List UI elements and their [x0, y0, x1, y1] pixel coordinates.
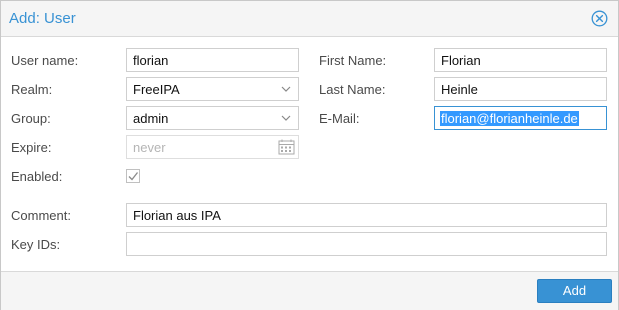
- firstname-label: First Name:: [319, 53, 387, 68]
- email-value: florian@florianheinle.de: [440, 111, 579, 126]
- realm-value: FreeIPA: [133, 82, 180, 97]
- enabled-label: Enabled:: [11, 169, 63, 184]
- username-input[interactable]: florian: [126, 48, 299, 72]
- expire-label: Expire:: [11, 140, 52, 155]
- realm-label: Realm:: [11, 82, 53, 97]
- dialog-footer: Add: [1, 271, 618, 310]
- firstname-value: Florian: [441, 53, 481, 68]
- close-circle-icon[interactable]: [591, 10, 608, 27]
- add-user-dialog: Add: User User name: florian Realm: Free…: [0, 0, 619, 310]
- keyids-input[interactable]: [126, 232, 607, 256]
- expire-date-input[interactable]: never: [126, 135, 299, 159]
- dialog-titlebar: Add: User: [1, 1, 618, 37]
- add-button[interactable]: Add: [537, 279, 612, 303]
- realm-select[interactable]: FreeIPA: [126, 77, 299, 101]
- keyids-label: Key IDs:: [11, 237, 61, 252]
- lastname-value: Heinle: [441, 82, 478, 97]
- group-label: Group:: [11, 111, 51, 126]
- chevron-down-icon[interactable]: [274, 78, 298, 100]
- firstname-input[interactable]: Florian: [434, 48, 607, 72]
- comment-input[interactable]: Florian aus IPA: [126, 203, 607, 227]
- group-select[interactable]: admin: [126, 106, 299, 130]
- calendar-icon[interactable]: [274, 136, 298, 158]
- lastname-input[interactable]: Heinle: [434, 77, 607, 101]
- expire-placeholder: never: [133, 140, 166, 155]
- group-value: admin: [133, 111, 169, 126]
- email-input[interactable]: florian@florianheinle.de: [434, 106, 607, 130]
- username-value: florian: [133, 53, 169, 68]
- dialog-title: Add: User: [9, 10, 76, 27]
- username-label: User name:: [11, 53, 79, 68]
- email-label: E-Mail:: [319, 111, 360, 126]
- enabled-checkbox[interactable]: [126, 169, 140, 183]
- comment-value: Florian aus IPA: [133, 208, 221, 223]
- chevron-down-icon[interactable]: [274, 107, 298, 129]
- lastname-label: Last Name:: [319, 82, 386, 97]
- comment-label: Comment:: [11, 208, 71, 223]
